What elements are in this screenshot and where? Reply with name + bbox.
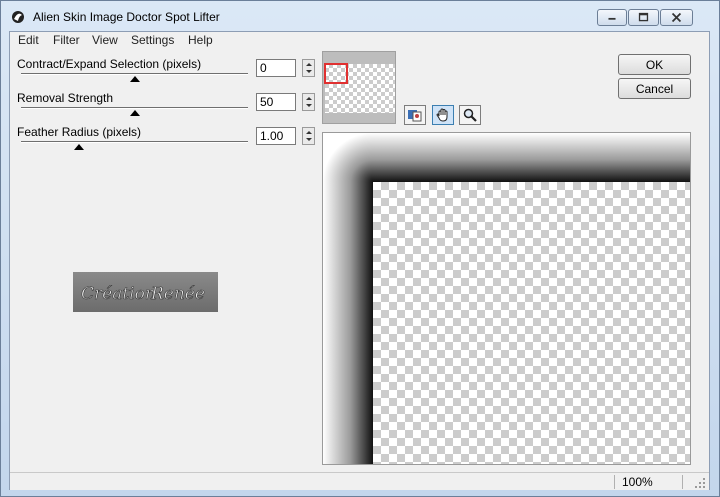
preview-pane[interactable] [322,132,691,465]
menu-bar: Edit Filter View Settings Help [10,32,709,49]
maximize-button[interactable] [628,9,659,26]
hand-tool-button[interactable] [432,105,454,125]
status-bar: 100% [10,472,709,490]
contract-expand-slider[interactable] [21,73,248,75]
contract-expand-thumb[interactable] [130,76,140,82]
svg-text:Création: Création [81,284,156,304]
menu-filter[interactable]: Filter [53,33,80,47]
dialog-client: Edit Filter View Settings Help Contract/… [9,31,710,490]
removal-strength-spinner[interactable] [302,93,315,111]
menu-settings[interactable]: Settings [131,33,174,47]
preview-compare-button[interactable] [404,105,426,125]
navigator-thumbnail[interactable] [322,51,396,124]
cancel-button[interactable]: Cancel [618,78,691,99]
navigator-view-rectangle[interactable] [324,63,348,84]
feather-radius-input[interactable] [256,127,296,145]
ok-button[interactable]: OK [618,54,691,75]
menu-edit[interactable]: Edit [18,33,39,47]
maximize-icon [638,12,649,22]
preview-transparent-area [373,182,690,464]
status-separator [682,475,683,489]
close-icon [671,12,682,23]
window-title: Alien Skin Image Doctor Spot Lifter [33,10,220,24]
svg-text:Renée: Renée [150,284,205,304]
app-icon [12,11,24,23]
zoom-icon [463,108,477,122]
minimize-icon [608,17,616,20]
hand-icon [436,108,448,122]
status-separator [614,475,615,489]
removal-strength-thumb[interactable] [130,110,140,116]
feather-radius-slider[interactable] [21,141,248,143]
minimize-button[interactable] [597,9,627,26]
zoom-tool-button[interactable] [459,105,481,125]
feather-radius-thumb[interactable] [74,144,84,150]
removal-strength-label: Removal Strength [17,91,114,105]
title-bar[interactable]: Alien Skin Image Doctor Spot Lifter [1,1,719,31]
menu-help[interactable]: Help [188,33,213,47]
removal-strength-slider[interactable] [21,107,248,109]
removal-strength-input[interactable] [256,93,296,111]
menu-view[interactable]: View [92,33,118,47]
signature-logo-image: Création Renée [81,284,206,305]
feather-radius-label: Feather Radius (pixels) [17,125,142,139]
signature-logo: Création Renée [73,272,218,312]
plugin-window: Alien Skin Image Doctor Spot Lifter Edit… [0,0,720,497]
contract-expand-input[interactable] [256,59,296,77]
close-button[interactable] [660,9,693,26]
contract-expand-spinner[interactable] [302,59,315,77]
feather-radius-spinner[interactable] [302,127,315,145]
resize-grip-icon[interactable] [694,477,706,489]
zoom-level: 100% [622,475,653,489]
contract-expand-label: Contract/Expand Selection (pixels) [17,57,202,71]
preview-compare-icon [408,110,422,122]
